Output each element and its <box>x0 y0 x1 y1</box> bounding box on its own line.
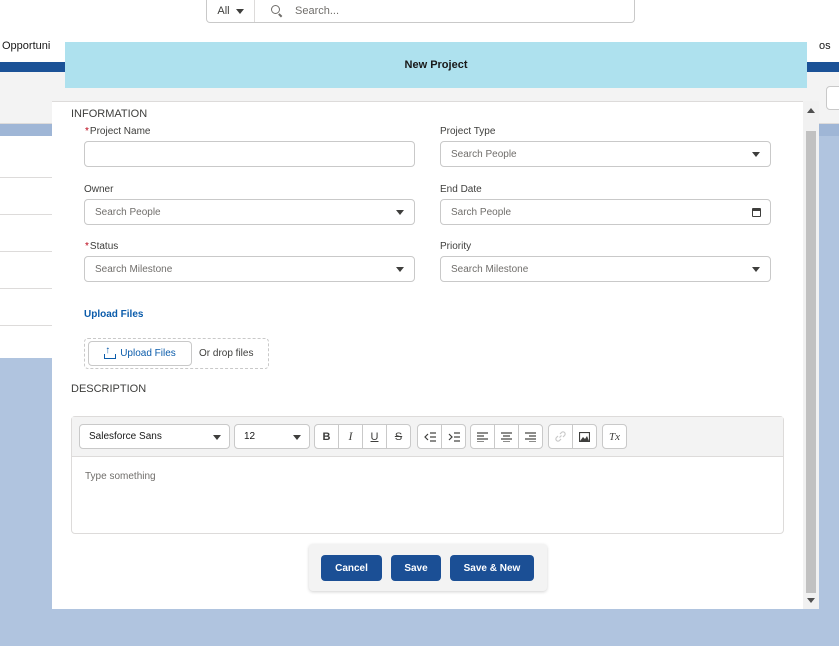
owner-label: Owner <box>84 184 114 195</box>
align-group <box>470 424 543 449</box>
modal-title: New Project <box>404 59 468 71</box>
background-list <box>0 136 60 358</box>
align-left-icon <box>477 431 488 442</box>
search-scope-dropdown[interactable]: All <box>207 0 255 22</box>
save-and-new-button[interactable]: Save & New <box>450 555 534 581</box>
align-right-button[interactable] <box>518 424 543 449</box>
search-icon <box>271 5 283 17</box>
search-scope-label: All <box>217 5 230 17</box>
chevron-down-icon <box>235 8 244 14</box>
end-date-label: End Date <box>440 184 482 195</box>
editor-toolbar: Salesforce Sans 12 B I U S Tx <box>72 417 783 457</box>
status-label: *Status <box>85 241 119 252</box>
chevron-down-icon <box>396 267 404 272</box>
font-size-select[interactable]: 12 <box>234 424 310 449</box>
outdent-button[interactable] <box>417 424 442 449</box>
chevron-down-icon <box>752 267 760 272</box>
indent-group <box>417 424 466 449</box>
font-size-value: 12 <box>244 431 256 442</box>
align-left-button[interactable] <box>470 424 495 449</box>
cancel-button[interactable]: Cancel <box>321 555 382 581</box>
scroll-up-arrow-icon[interactable] <box>807 108 815 113</box>
owner-placeholder: Search People <box>95 206 161 218</box>
drop-files-text: Or drop files <box>199 348 254 359</box>
end-date-placeholder: Sarch People <box>451 206 512 218</box>
indent-icon <box>448 431 460 442</box>
underline-icon: U <box>370 430 379 443</box>
align-center-icon <box>501 431 512 442</box>
owner-lookup[interactable]: Search People <box>84 199 415 225</box>
upload-icon <box>104 345 117 359</box>
status-lookup[interactable]: Search Milestone <box>84 256 415 282</box>
italic-button[interactable]: I <box>338 424 363 449</box>
strikethrough-icon: S <box>394 430 403 443</box>
link-icon <box>555 431 566 442</box>
search-input[interactable]: Search... <box>295 5 339 17</box>
indent-button[interactable] <box>441 424 466 449</box>
font-family-select[interactable]: Salesforce Sans <box>79 424 230 449</box>
save-button[interactable]: Save <box>391 555 441 581</box>
project-type-lookup[interactable]: Search People <box>440 141 771 167</box>
upload-files-label: Upload Files <box>84 309 144 320</box>
status-placeholder: Search Milestone <box>95 263 173 275</box>
required-asterisk: * <box>85 241 89 252</box>
scroll-thumb[interactable] <box>806 131 816 593</box>
priority-label: Priority <box>440 241 472 252</box>
insert-link-button[interactable] <box>548 424 573 449</box>
insert-image-button[interactable] <box>572 424 597 449</box>
underline-button[interactable]: U <box>362 424 387 449</box>
upload-files-button[interactable]: Upload Files <box>88 341 192 366</box>
font-family-value: Salesforce Sans <box>89 431 162 442</box>
insert-group <box>548 424 597 449</box>
bold-icon: B <box>322 430 331 443</box>
upload-files-button-label: Upload Files <box>120 348 176 359</box>
section-title-information: INFORMATION <box>71 108 148 120</box>
background-button <box>826 86 839 110</box>
scroll-down-arrow-icon[interactable] <box>807 598 815 603</box>
chevron-down-icon <box>752 152 760 157</box>
editor-content-area[interactable]: Type something <box>72 457 783 496</box>
end-date-input[interactable]: Sarch People <box>440 199 771 225</box>
strikethrough-button[interactable]: S <box>386 424 411 449</box>
clear-format-group: Tx <box>602 424 627 449</box>
required-asterisk: * <box>85 126 89 137</box>
bold-button[interactable]: B <box>314 424 339 449</box>
chevron-down-icon <box>293 435 301 440</box>
editor-placeholder: Type something <box>85 471 156 482</box>
nav-item-opportunities[interactable]: Opportuni <box>2 40 50 52</box>
file-dropzone[interactable]: Upload Files Or drop files <box>84 338 269 369</box>
italic-icon: I <box>348 429 353 443</box>
chevron-down-icon <box>396 210 404 215</box>
outdent-icon <box>423 431 436 442</box>
project-name-label: *Project Name <box>85 126 151 137</box>
section-title-description: DESCRIPTION <box>71 383 147 395</box>
global-search[interactable]: All Search... <box>206 0 635 23</box>
modal-header: New Project <box>65 42 807 88</box>
align-center-button[interactable] <box>494 424 519 449</box>
clear-formatting-icon: Tx <box>609 430 620 443</box>
clear-formatting-button[interactable]: Tx <box>602 424 627 449</box>
chevron-down-icon <box>213 435 221 440</box>
modal-scrollbar[interactable] <box>803 101 819 609</box>
priority-placeholder: Search Milestone <box>451 263 529 275</box>
modal-footer: Cancel Save Save & New <box>309 544 547 591</box>
align-right-icon <box>525 431 536 442</box>
project-type-label: Project Type <box>440 126 496 137</box>
text-format-group: B I U S <box>314 424 411 449</box>
priority-lookup[interactable]: Search Milestone <box>440 256 771 282</box>
rich-text-editor: Salesforce Sans 12 B I U S Tx Type somet… <box>71 416 784 534</box>
project-type-placeholder: Search People <box>451 148 517 160</box>
nav-item-more[interactable]: os <box>819 40 831 52</box>
image-icon <box>579 431 590 442</box>
calendar-icon[interactable] <box>752 208 761 217</box>
project-name-input[interactable] <box>84 141 415 167</box>
